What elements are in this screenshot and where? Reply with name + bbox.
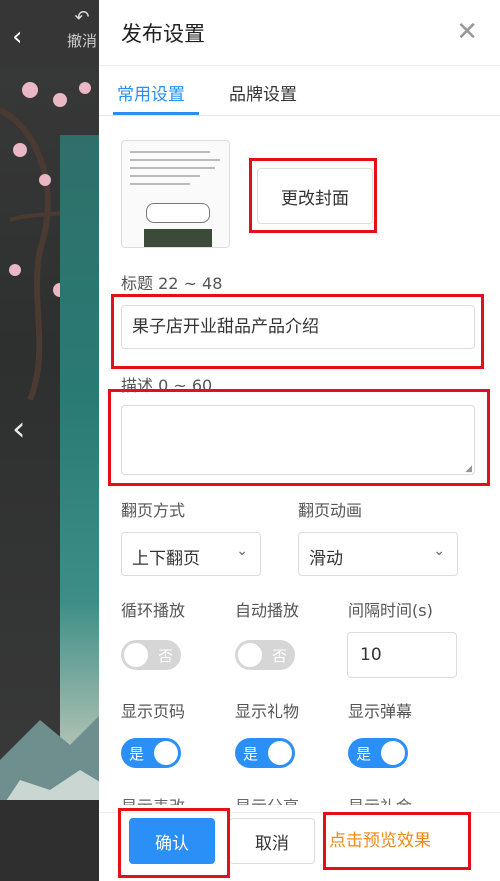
description-label: 描述 0 ~ 60: [121, 376, 213, 395]
loop-toggle[interactable]: 否: [121, 640, 181, 670]
page-anim-value: 滑动: [309, 549, 343, 569]
toggle-knob: [124, 643, 148, 667]
close-icon[interactable]: ✕: [456, 18, 478, 46]
autoplay-label: 自动播放: [235, 601, 300, 620]
chevron-down-icon: ⌄: [236, 543, 248, 559]
toggle-state: 是: [129, 745, 145, 763]
preview-link[interactable]: 点击预览效果: [329, 826, 431, 851]
show-danmaku-label: 显示弹幕: [348, 702, 413, 721]
confirm-button[interactable]: 确认: [129, 818, 215, 864]
settings-tabs: 常用设置 品牌设置: [99, 66, 500, 116]
page-mode-select[interactable]: 上下翻页 ⌄: [121, 532, 261, 576]
toggle-state: 否: [157, 647, 173, 665]
mountain-artwork: [0, 710, 105, 810]
description-textarea[interactable]: ◢: [121, 405, 475, 475]
back-arrow-icon[interactable]: ‹: [12, 22, 42, 52]
interval-label: 间隔时间(s): [348, 601, 433, 620]
page-mode-label: 翻页方式: [121, 501, 186, 520]
tab-brand-settings[interactable]: 品牌设置: [229, 80, 297, 105]
cover-text-line: [130, 151, 210, 153]
toggle-knob: [154, 741, 178, 765]
cut-off-setting-label: 显示分享: [235, 793, 299, 805]
loop-label: 循环播放: [121, 601, 186, 620]
show-gift-label: 显示礼物: [235, 702, 300, 721]
toggle-state: 是: [243, 745, 259, 763]
active-tab-indicator: [113, 112, 199, 115]
page-mode-value: 上下翻页: [132, 549, 200, 569]
show-page-num-toggle[interactable]: 是: [121, 738, 181, 768]
editor-bottom-area: [0, 800, 105, 881]
dialog-title: 发布设置: [121, 22, 205, 46]
page-anim-label: 翻页动画: [298, 501, 363, 520]
toggle-knob: [268, 741, 292, 765]
toggle-state: 否: [271, 647, 287, 665]
cut-off-setting-label: 显示表改: [121, 793, 185, 805]
toggle-state: 是: [356, 745, 372, 763]
change-cover-button[interactable]: 更改封面: [257, 168, 373, 224]
resize-handle-icon[interactable]: ◢: [465, 464, 472, 474]
title-input[interactable]: 果子店开业甜品产品介绍: [121, 305, 475, 349]
cover-banner-graphic: [146, 203, 210, 223]
undo-icon: ↶: [74, 7, 90, 28]
dialog-header: 发布设置 ✕: [99, 0, 500, 66]
undo-button[interactable]: ↶ 撤消: [62, 8, 102, 51]
prev-page-icon[interactable]: ‹: [12, 412, 26, 446]
show-danmaku-toggle[interactable]: 是: [348, 738, 408, 768]
cover-text-line: [130, 159, 220, 161]
cover-text-line: [130, 183, 190, 185]
cover-text-line: [130, 175, 200, 177]
undo-label: 撤消: [66, 32, 97, 50]
show-page-num-label: 显示页码: [121, 702, 186, 721]
cover-text-line: [130, 167, 215, 169]
chevron-down-icon: ⌄: [433, 543, 445, 559]
show-gift-toggle[interactable]: 是: [235, 738, 295, 768]
title-label: 标题 22 ~ 48: [121, 274, 223, 293]
cut-off-setting-label: 显示礼金: [348, 793, 412, 805]
toggle-knob: [381, 741, 405, 765]
cover-food-image: [144, 229, 212, 247]
toggle-knob: [238, 643, 262, 667]
cover-thumbnail[interactable]: [121, 140, 230, 248]
publish-settings-dialog: 发布设置 ✕ 常用设置 品牌设置 更改封面 标题 22 ~ 48 果子店开业甜品…: [99, 0, 500, 881]
tab-common-settings[interactable]: 常用设置: [117, 80, 185, 105]
interval-input[interactable]: 10: [347, 632, 457, 678]
autoplay-toggle[interactable]: 否: [235, 640, 295, 670]
page-anim-select[interactable]: 滑动 ⌄: [298, 532, 458, 576]
cancel-button[interactable]: 取消: [229, 818, 315, 864]
